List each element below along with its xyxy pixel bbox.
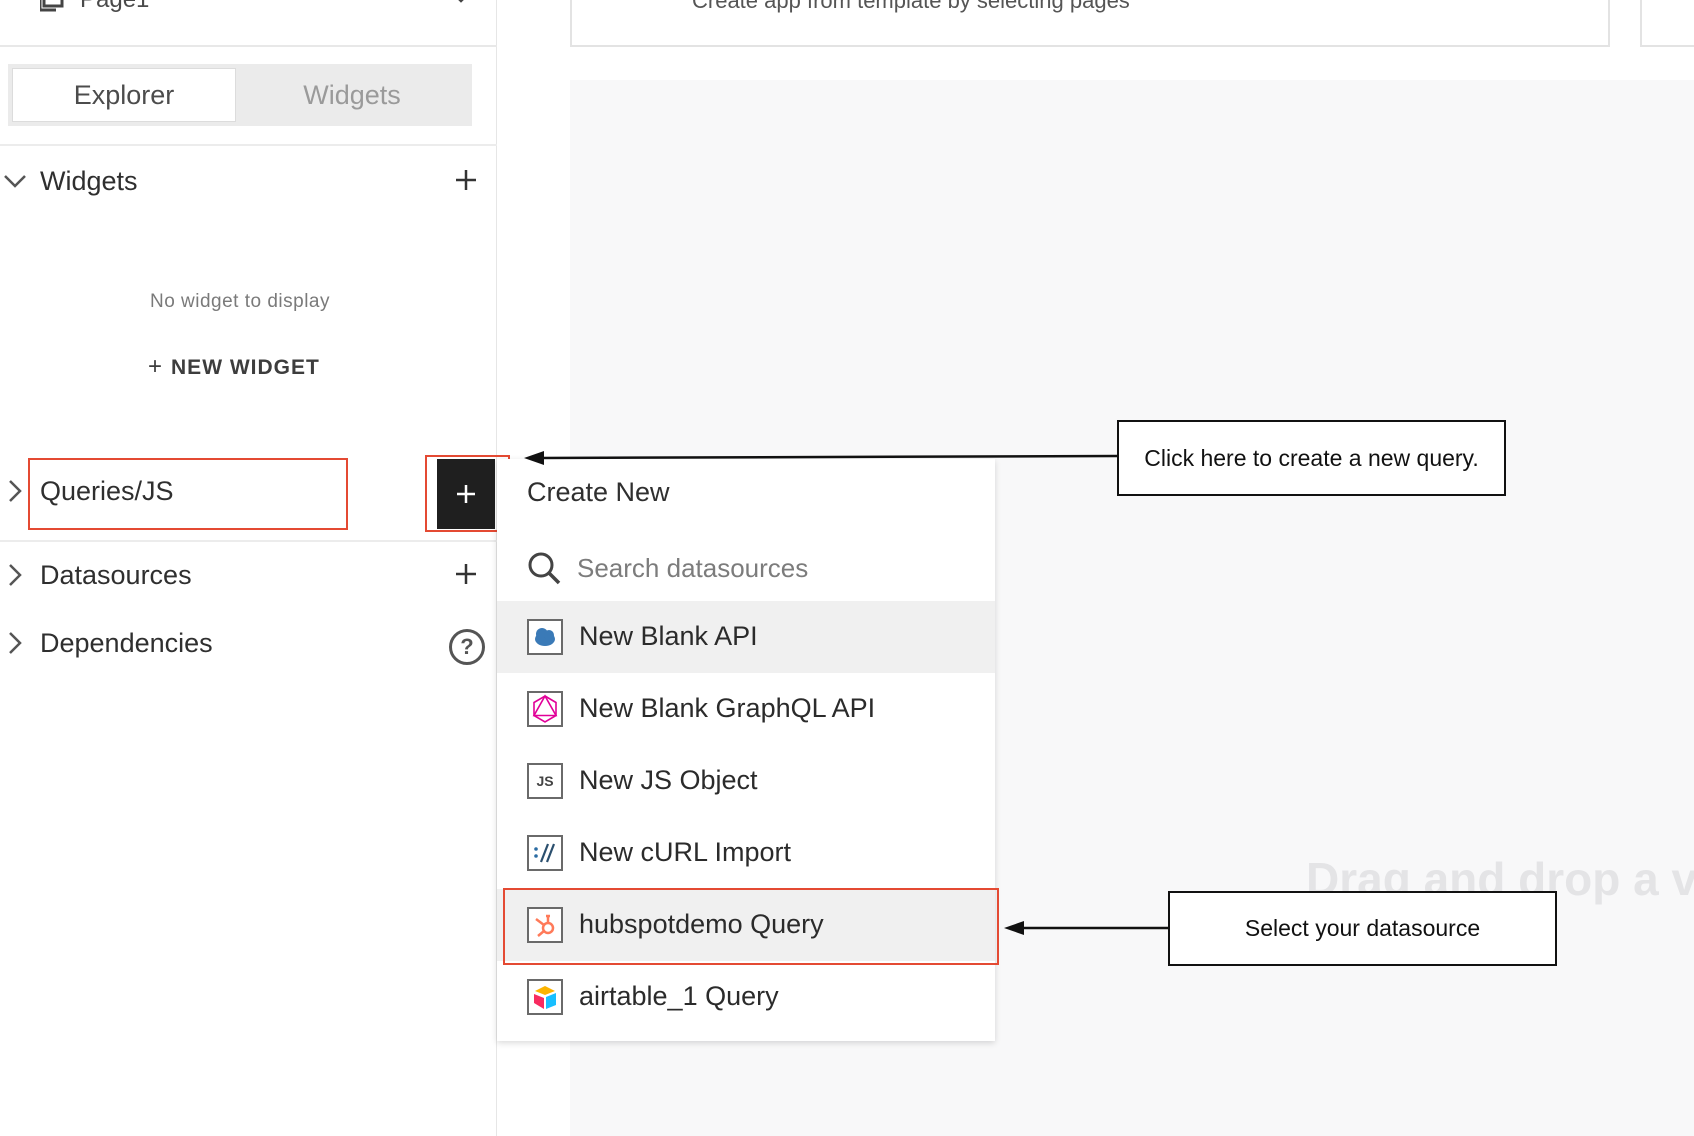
callout-select-datasource: Select your datasource [1168, 891, 1557, 966]
callout-create-query: Click here to create a new query. [1117, 420, 1506, 496]
